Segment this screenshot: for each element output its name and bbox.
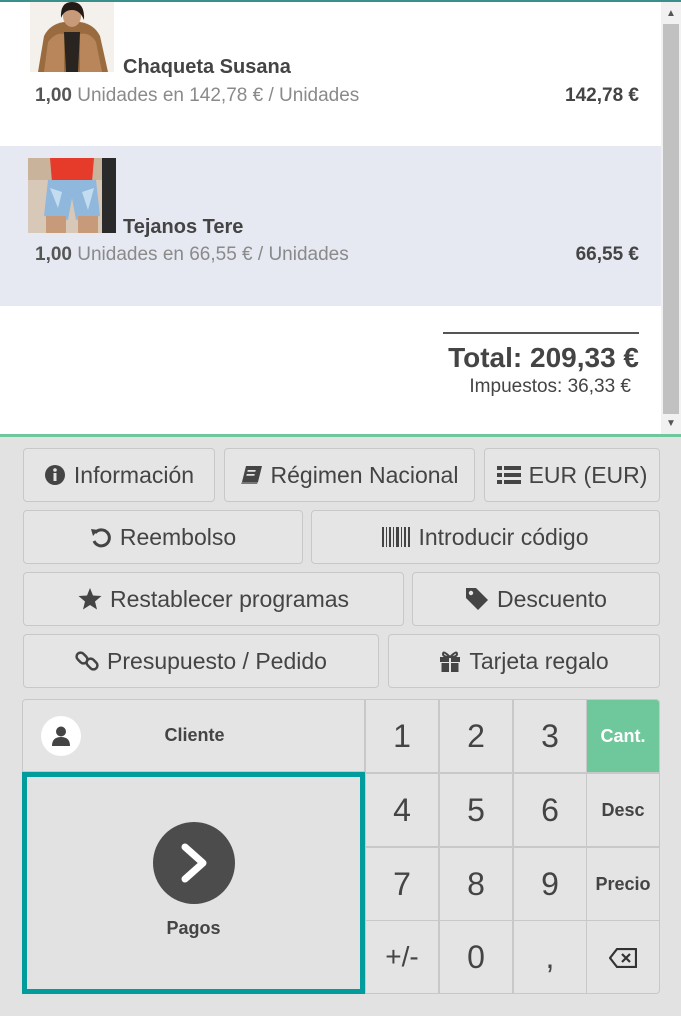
refund-button[interactable]: Reembolso [23, 510, 303, 564]
key-6[interactable]: 6 [513, 773, 587, 847]
list-icon [496, 465, 521, 485]
quotation-order-label: Presupuesto / Pedido [107, 647, 327, 674]
order-line-selected[interactable]: Tejanos Tere 1,00 Unidades en 66,55 € / … [0, 146, 661, 306]
product-info: 1,00 Unidades en 66,55 € / Unidades [35, 244, 349, 266]
order-scrollbar[interactable]: ▲ ▼ [661, 2, 681, 434]
product-price: 66,55 € [575, 244, 639, 265]
key-9[interactable]: 9 [513, 847, 587, 921]
product-price: 142,78 € [565, 85, 639, 106]
order-totals: Total: 209,33 € Impuestos: 36,33 € [443, 332, 639, 398]
link-icon [75, 649, 99, 673]
customer-button[interactable]: Cliente [22, 699, 365, 772]
pricelist-button[interactable]: EUR (EUR) [484, 448, 660, 502]
discount-label: Descuento [497, 585, 607, 612]
pricelist-label: EUR (EUR) [528, 461, 648, 488]
tag-icon [465, 587, 489, 611]
reset-programs-label: Restablecer programas [109, 585, 350, 612]
gift-card-button[interactable]: Tarjeta regalo [388, 634, 660, 688]
numpad-area: Cliente Pagos 1 2 3 Cant. 4 5 6 Desc 7 8… [22, 699, 660, 994]
enter-code-button[interactable]: Introducir código [311, 510, 660, 564]
quotation-order-button[interactable]: Presupuesto / Pedido [23, 634, 379, 688]
scroll-up-icon[interactable]: ▲ [661, 6, 681, 22]
product-qty: 1,00 [35, 85, 72, 106]
enter-code-label: Introducir código [418, 523, 589, 550]
key-2[interactable]: 2 [439, 699, 513, 773]
fiscal-position-label: Régimen Nacional [270, 461, 459, 488]
discount-button[interactable]: Descuento [412, 572, 660, 626]
fiscal-position-button[interactable]: Régimen Nacional [224, 448, 475, 502]
jeans-photo [28, 158, 116, 233]
payment-label: Pagos [166, 917, 221, 938]
product-name: Chaqueta Susana [123, 56, 291, 78]
key-3[interactable]: 3 [513, 699, 587, 773]
barcode-icon [382, 527, 411, 547]
reset-programs-button[interactable]: Restablecer programas [23, 572, 404, 626]
product-unit-text: Unidades en 66,55 € / Unidades [77, 244, 349, 265]
order-line[interactable]: Chaqueta Susana 1,00 Unidades en 142,78 … [0, 2, 661, 146]
separator [0, 434, 681, 437]
payment-button[interactable]: Pagos [22, 772, 365, 994]
refund-label: Reembolso [119, 523, 237, 550]
gift-icon [439, 650, 461, 672]
backspace-button[interactable] [586, 920, 660, 994]
key-decimal[interactable]: , [513, 920, 587, 994]
key-8[interactable]: 8 [439, 847, 513, 921]
key-0[interactable]: 0 [439, 920, 513, 994]
key-5[interactable]: 5 [439, 773, 513, 847]
scroll-thumb[interactable] [663, 24, 679, 414]
book-icon [240, 465, 263, 485]
mode-discount-button[interactable]: Desc [586, 773, 660, 847]
info-label: Información [73, 461, 195, 488]
chevron-right-icon [152, 821, 235, 904]
product-name: Tejanos Tere [123, 216, 244, 238]
jacket-photo [30, 2, 114, 72]
order-panel: Chaqueta Susana 1,00 Unidades en 142,78 … [0, 0, 681, 434]
product-qty: 1,00 [35, 244, 72, 265]
info-button[interactable]: Información [23, 448, 215, 502]
undo-icon [90, 526, 112, 548]
order-total: Total: 209,33 € [448, 342, 639, 373]
mode-price-button[interactable]: Precio [586, 847, 660, 921]
product-info: 1,00 Unidades en 142,78 € / Unidades [35, 85, 359, 107]
star-icon [78, 588, 102, 610]
key-4[interactable]: 4 [365, 773, 439, 847]
backspace-icon [608, 939, 638, 976]
scroll-down-icon[interactable]: ▼ [661, 416, 681, 432]
product-unit-text: Unidades en 142,78 € / Unidades [77, 85, 360, 106]
info-icon [44, 464, 66, 486]
key-1[interactable]: 1 [365, 699, 439, 773]
mode-quantity-button[interactable]: Cant. [586, 699, 660, 773]
gift-card-label: Tarjeta regalo [469, 647, 609, 674]
customer-label: Cliente [164, 725, 225, 745]
key-7[interactable]: 7 [365, 847, 439, 921]
key-plus-minus[interactable]: +/- [365, 920, 439, 994]
order-taxes: Impuestos: 36,33 € [469, 376, 631, 397]
